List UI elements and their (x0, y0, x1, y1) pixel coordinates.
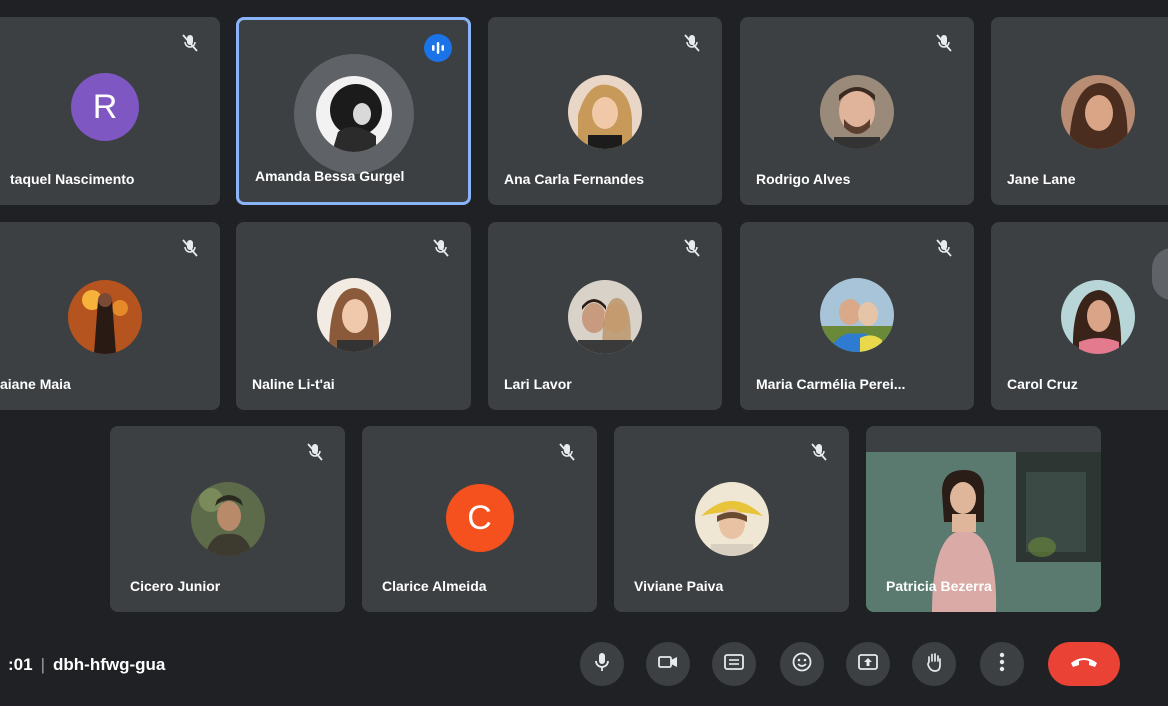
present-screen-button[interactable] (846, 642, 890, 686)
microphone-button[interactable] (580, 642, 624, 686)
raise-hand-button[interactable] (912, 642, 956, 686)
participant-tile-patricia[interactable]: Patricia Bezerra (866, 426, 1101, 612)
participant-tile-viviane[interactable]: Viviane Paiva (614, 426, 849, 612)
participant-name: Patricia Bezerra (886, 578, 992, 594)
meeting-code: dbh-hfwg-gua (53, 655, 166, 674)
mic-icon (593, 652, 611, 677)
mic-off-icon (932, 31, 956, 55)
participant-name: Maria Carmélia Perei... (756, 376, 906, 392)
captions-button[interactable] (712, 642, 756, 686)
raise-hand-icon (925, 652, 943, 677)
mic-off-icon (555, 440, 579, 464)
captions-icon (724, 653, 744, 675)
participant-tile-jane[interactable]: Jane Lane (991, 17, 1168, 205)
avatar (568, 75, 642, 149)
present-icon (858, 653, 878, 675)
avatar-speaking-ring (293, 54, 414, 174)
avatar (1061, 75, 1135, 149)
avatar (68, 280, 142, 354)
participant-name: Cicero Junior (130, 578, 221, 594)
mic-off-icon (178, 236, 202, 260)
mic-off-icon (807, 440, 831, 464)
more-options-icon (999, 652, 1005, 677)
avatar (1061, 280, 1135, 354)
meeting-stage: R taquel Nascimento Amanda Bessa Gurgel … (0, 0, 1168, 706)
avatar (316, 278, 391, 352)
avatar: R (71, 73, 139, 141)
bottom-control-bar: :01 | dbh-hfwg-gua (0, 628, 1168, 706)
participant-tile-ana-carla[interactable]: Ana Carla Fernandes (488, 17, 722, 205)
mic-off-icon (680, 236, 704, 260)
avatar (568, 280, 642, 354)
end-call-icon (1069, 655, 1099, 674)
participant-tile-naline[interactable]: Naline Li-t'ai (236, 222, 471, 410)
speaking-indicator-icon (424, 34, 452, 62)
participant-name: Amanda Bessa Gurgel (255, 168, 405, 184)
emoji-icon (792, 652, 812, 677)
end-call-button[interactable] (1048, 642, 1120, 686)
avatar (820, 278, 894, 352)
participant-tile-rodrigo[interactable]: Rodrigo Alves (740, 17, 974, 205)
participant-name: Clarice Almeida (382, 578, 487, 594)
participant-tile-cicero[interactable]: Cicero Junior (110, 426, 345, 612)
participant-name: Viviane Paiva (634, 578, 724, 594)
mic-off-icon (680, 31, 704, 55)
participant-name: Jane Lane (1007, 171, 1076, 187)
participant-tile-maria[interactable]: Maria Carmélia Perei... (740, 222, 974, 410)
avatar (694, 482, 769, 556)
participant-tile-carol[interactable]: Carol Cruz (991, 222, 1168, 410)
participant-name: Carol Cruz (1007, 376, 1078, 392)
more-options-button[interactable] (980, 642, 1024, 686)
mic-off-icon (303, 440, 327, 464)
participant-name: Rodrigo Alves (756, 171, 851, 187)
avatar (190, 482, 265, 556)
participant-name: Naline Li-t'ai (252, 376, 335, 392)
meeting-time: :01 (8, 655, 33, 674)
mic-off-icon (178, 31, 202, 55)
participant-tile-raquel[interactable]: R taquel Nascimento (0, 17, 220, 205)
avatar (315, 76, 392, 152)
participant-tile-amanda[interactable]: Amanda Bessa Gurgel (236, 17, 471, 205)
avatar (820, 75, 894, 149)
meeting-info: :01 | dbh-hfwg-gua (8, 655, 165, 675)
participant-tile-taiane[interactable]: aiane Maia (0, 222, 220, 410)
participant-tile-lari[interactable]: Lari Lavor (488, 222, 722, 410)
participant-tile-clarice[interactable]: C Clarice Almeida (362, 426, 597, 612)
participant-name: taquel Nascimento (10, 171, 135, 187)
participant-name: Lari Lavor (504, 376, 572, 392)
reactions-button[interactable] (780, 642, 824, 686)
camera-icon (658, 654, 678, 675)
camera-button[interactable] (646, 642, 690, 686)
participant-name: Ana Carla Fernandes (504, 171, 645, 187)
mic-off-icon (429, 236, 453, 260)
participant-name: aiane Maia (0, 376, 71, 392)
mic-off-icon (932, 236, 956, 260)
avatar-letter: R (92, 87, 118, 126)
meeting-info-separator: | (40, 655, 45, 674)
avatar-letter: C (467, 498, 492, 537)
avatar: C (445, 484, 514, 552)
